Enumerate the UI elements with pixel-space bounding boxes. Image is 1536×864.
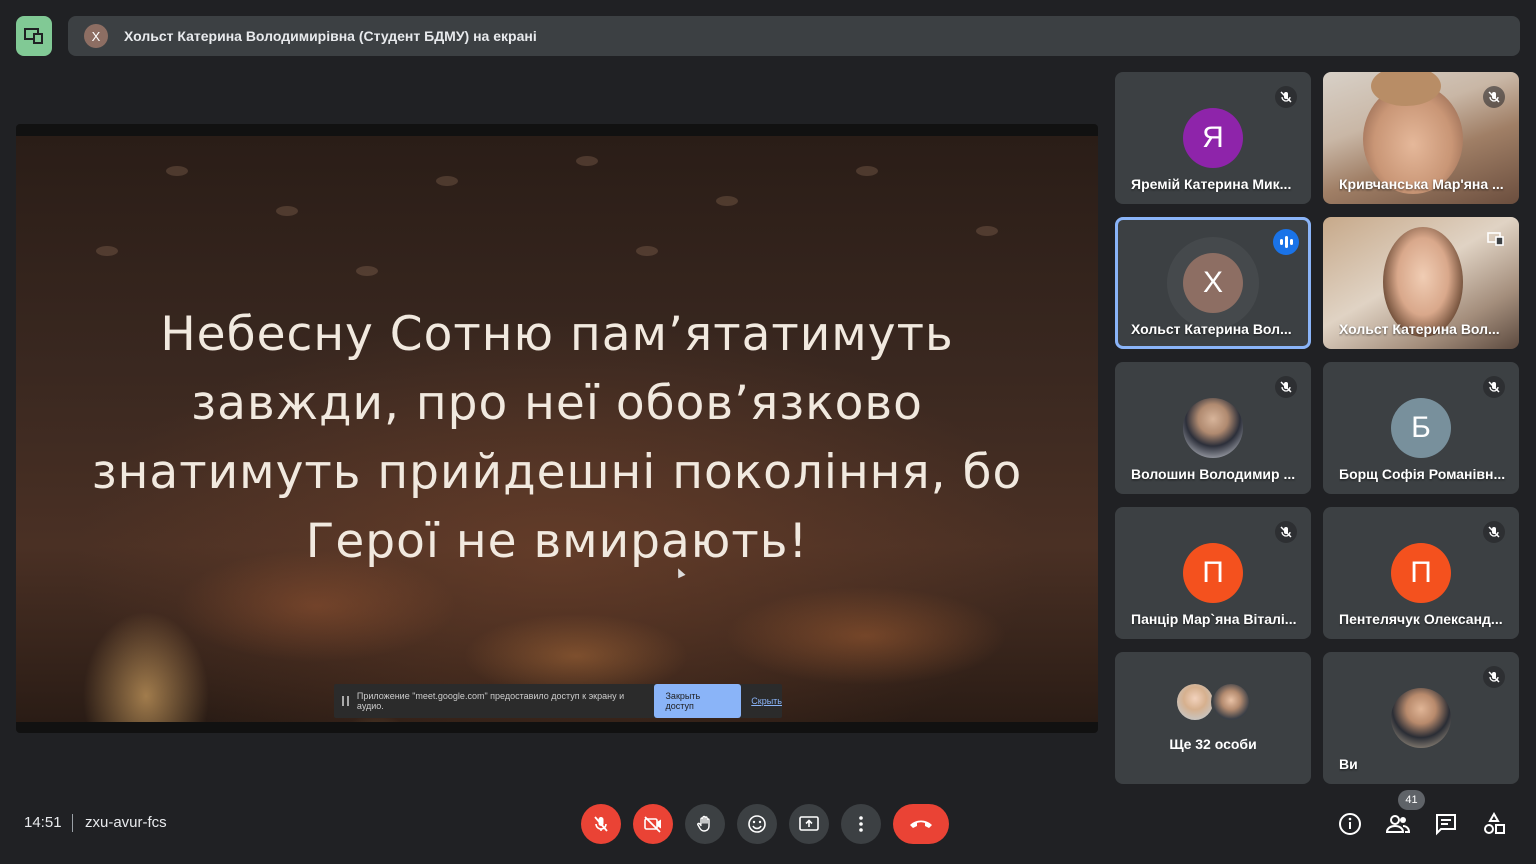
participant-name: Хольст Катерина Вол... [1339, 321, 1500, 337]
participant-avatar: П [1391, 543, 1451, 603]
chat-button[interactable] [1432, 810, 1460, 838]
presenting-icon [1487, 231, 1505, 252]
presenting-banner: Х Хольст Катерина Володимирівна (Студент… [68, 16, 1520, 56]
hang-up-icon [910, 820, 932, 828]
speaking-indicator-icon [1273, 229, 1299, 255]
slide-line: завжди, про неї обов’язково [191, 376, 923, 431]
mic-off-icon [1483, 86, 1505, 108]
mic-off-icon [1275, 86, 1297, 108]
leave-call-button[interactable] [893, 804, 949, 844]
mic-off-icon [1483, 666, 1505, 688]
microphone-toggle-button[interactable] [581, 804, 621, 844]
meeting-details-button[interactable] [1336, 810, 1364, 838]
participant-name: Панцір Мар`яна Віталі... [1131, 611, 1297, 627]
participant-avatar: Х [1183, 253, 1243, 313]
present-screen-icon [799, 816, 819, 831]
slide-line: Небесну Сотню пам’ятатимуть [160, 307, 954, 362]
participant-tile-active-speaker[interactable]: Х Хольст Катерина Вол... [1115, 217, 1311, 349]
presenter-avatar: Х [84, 24, 108, 48]
slide: Небесну Сотню пам’ятатимуть завжди, про … [16, 136, 1098, 722]
mic-off-icon [1483, 376, 1505, 398]
slide-quote: Небесну Сотню пам’ятатимуть завжди, про … [46, 300, 1068, 576]
participant-avatar: Б [1391, 398, 1451, 458]
presentation-icon-button[interactable] [16, 16, 52, 56]
participant-tile[interactable]: П Пентелячук Олександ... [1323, 507, 1519, 639]
hand-icon [697, 815, 710, 832]
participant-mini-avatar [1175, 682, 1215, 722]
stop-sharing-button[interactable]: Закрыть доступ [653, 684, 742, 718]
screen-share-notice: Приложение "meet.google.com" предоставил… [334, 684, 782, 718]
slide-line: знатимуть прийдешні покоління, бо [91, 445, 1023, 500]
activities-button[interactable] [1480, 810, 1508, 838]
clock: 14:51 [24, 814, 62, 831]
participant-name: Хольст Катерина Вол... [1131, 321, 1292, 337]
divider [72, 814, 73, 832]
emoji-icon [748, 815, 766, 833]
presentation-stage: Небесну Сотню пам’ятатимуть завжди, про … [16, 124, 1098, 733]
camera-off-icon [644, 816, 661, 833]
people-icon [1385, 815, 1411, 833]
slide-line: Герої не вмирають! [305, 514, 809, 569]
people-count-badge: 41 [1398, 790, 1425, 810]
presenting-text: Хольст Катерина Володимирівна (Студент Б… [124, 28, 537, 44]
mic-off-icon [594, 816, 608, 832]
present-screen-icon [24, 28, 43, 44]
pause-icon[interactable] [342, 696, 349, 706]
participant-mini-avatar [1211, 682, 1251, 722]
more-options-button[interactable] [841, 804, 881, 844]
raise-hand-button[interactable] [685, 804, 725, 844]
participant-avatar: П [1183, 543, 1243, 603]
participant-tile[interactable]: Волошин Володимир ... [1115, 362, 1311, 494]
participant-tile[interactable]: Хольст Катерина Вол... [1323, 217, 1519, 349]
self-tile[interactable]: Ви [1323, 652, 1519, 784]
meeting-code: zxu-avur-fcs [85, 814, 167, 831]
more-participants-tile[interactable]: Ще 32 особи [1115, 652, 1311, 784]
participant-tile[interactable]: Я Яремій Катерина Мик... [1115, 72, 1311, 204]
share-notice-text: Приложение "meet.google.com" предоставил… [356, 691, 625, 711]
more-participants-label: Ще 32 особи [1169, 736, 1257, 752]
participant-tile[interactable]: П Панцір Мар`яна Віталі... [1115, 507, 1311, 639]
info-icon [1339, 813, 1361, 835]
participant-name: Борщ Софія Романівн... [1339, 466, 1506, 482]
activities-icon [1484, 812, 1505, 834]
hide-notice-link[interactable]: Скрыть [751, 696, 782, 706]
participant-name: Яремій Катерина Мик... [1131, 176, 1292, 192]
more-vert-icon [859, 816, 863, 832]
people-button[interactable] [1384, 810, 1412, 838]
reactions-button[interactable] [737, 804, 777, 844]
present-screen-button[interactable] [789, 804, 829, 844]
participant-tile[interactable]: Кривчанська Мар'яна ... [1323, 72, 1519, 204]
self-photo-avatar [1391, 688, 1451, 748]
mic-off-icon [1275, 376, 1297, 398]
participant-name: Кривчанська Мар'яна ... [1339, 176, 1504, 192]
participant-name: Волошин Володимир ... [1131, 466, 1296, 482]
self-name: Ви [1339, 756, 1358, 772]
participant-photo-avatar [1183, 398, 1243, 458]
participant-name: Пентелячук Олександ... [1339, 611, 1503, 627]
participant-tile[interactable]: Б Борщ Софія Романівн... [1323, 362, 1519, 494]
camera-toggle-button[interactable] [633, 804, 673, 844]
mic-off-icon [1483, 521, 1505, 543]
chat-icon [1436, 814, 1456, 836]
mic-off-icon [1275, 521, 1297, 543]
participant-avatar: Я [1183, 108, 1243, 168]
